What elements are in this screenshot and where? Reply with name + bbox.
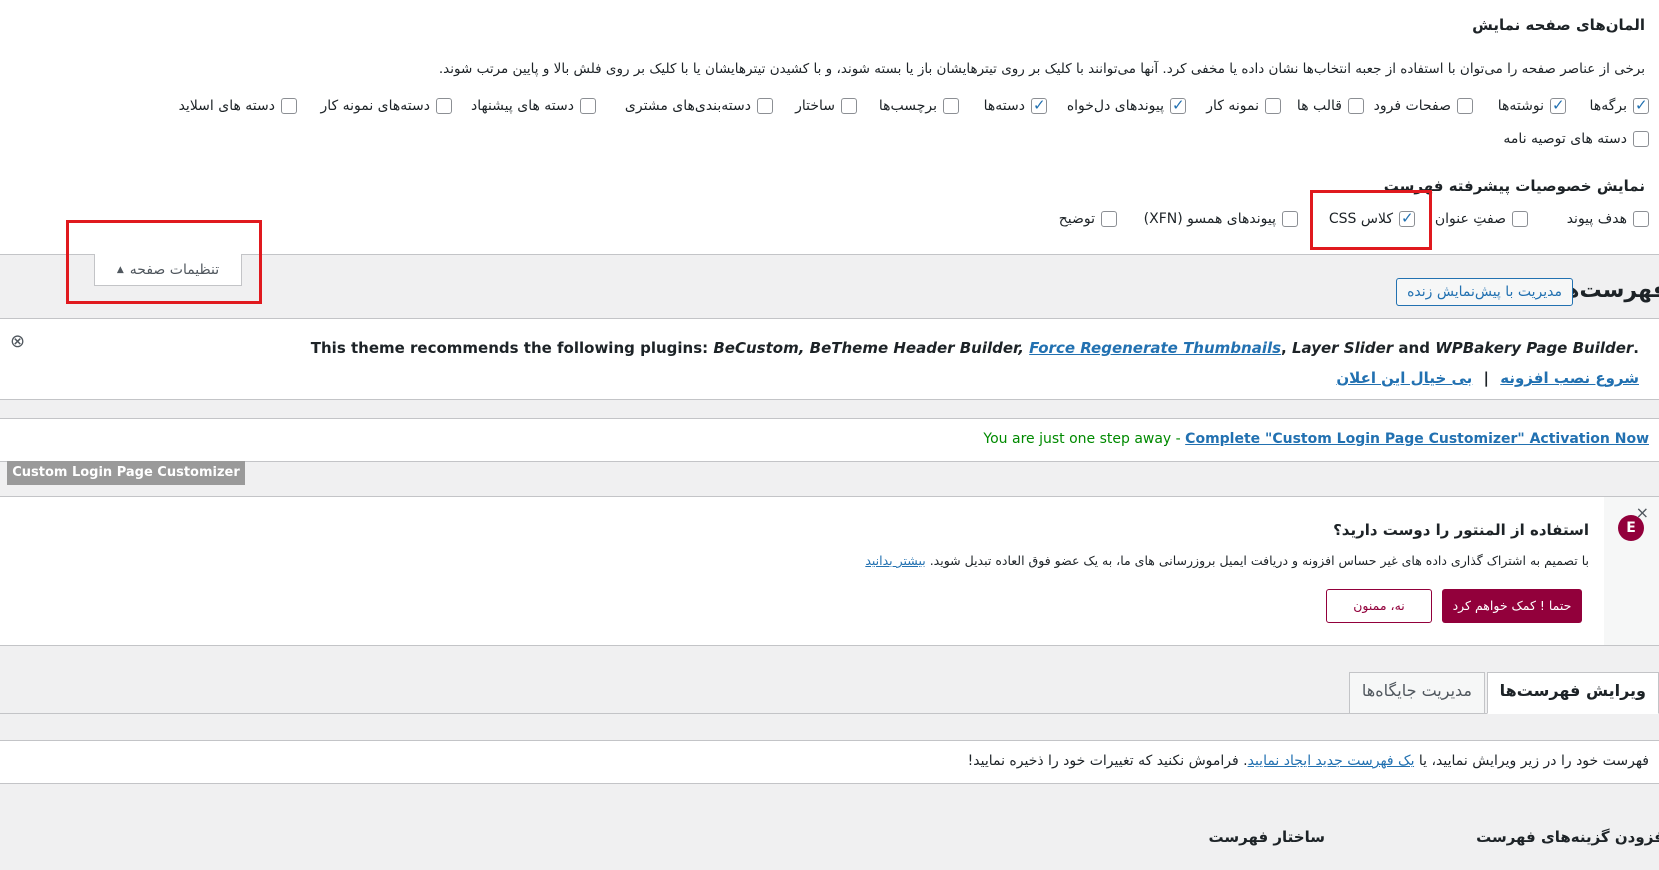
box-option[interactable]: دسته‌های نمونه کار [320,98,452,114]
box-option[interactable]: دسته های پیشنهاد [471,98,596,114]
elementor-no-button[interactable]: نه، ممنون [1326,589,1432,623]
checkbox[interactable] [841,98,857,114]
checkbox[interactable] [757,98,773,114]
theme-notice-actions: شروع نصب افزونه | بی خیال این اعلان [1336,369,1639,387]
elementor-title: استفاده از المنتور را دوست دارید؟ [1333,521,1589,539]
box-option[interactable]: برچسب‌ها [879,98,959,114]
checkbox[interactable] [1101,211,1117,227]
checkbox[interactable] [1265,98,1281,114]
box-option[interactable]: صفحات فرود [1374,98,1473,114]
checkbox[interactable] [281,98,297,114]
checkbox[interactable] [436,98,452,114]
theme-plugins-notice: ⊗ This theme recommends the following pl… [0,318,1659,400]
highlight-box [1310,190,1432,250]
create-menu-link[interactable]: یک فهرست جدید ایجاد نمایید [1248,753,1415,769]
checkbox[interactable] [1348,98,1364,114]
box-option[interactable]: دسته‌ها [984,96,1047,114]
box-option[interactable]: دسته های اسلاید [179,98,297,114]
plugin-link[interactable]: Force Regenerate Thumbnails [1029,339,1281,357]
screen-options-boxes-row-2: دسته های توصیه نامه [0,131,1659,155]
advanced-option[interactable]: هدف پیوند [1567,211,1649,227]
screen-options-title: المان‌های صفحه نمایش [1472,16,1645,34]
elementor-description: با تصمیم به اشتراک گذاری داده های غیر حس… [929,553,1589,568]
checkbox[interactable] [943,98,959,114]
login-customizer-tag: Custom Login Page Customizer [7,461,245,485]
advanced-option[interactable]: صفتِ عنوان [1435,211,1528,227]
box-option[interactable]: پیوندهای دل‌خواه [1067,96,1186,114]
box-option[interactable]: نوشته‌ها [1498,96,1566,114]
checkbox[interactable] [1633,96,1649,114]
tabs-baseline [0,713,1659,714]
checkbox[interactable] [1550,96,1566,114]
checkbox[interactable] [1282,211,1298,227]
screen-options-panel: المان‌های صفحه نمایش برخی از عناصر صفحه … [0,0,1659,255]
screen-options-boxes-row: برگه‌ها نوشته‌ها صفحات فرود قالب ها نمون… [0,96,1659,122]
elementor-yes-button[interactable]: حتما ! کمک خواهم کرد [1442,589,1582,623]
login-customizer-notice: You are just one step away - Complete "C… [0,418,1659,462]
learn-more-link[interactable]: بیشتر بدانید [865,553,925,568]
elementor-notice: E × استفاده از المنتور را دوست دارید؟ با… [0,496,1659,646]
checkbox[interactable] [1170,96,1186,114]
checkbox[interactable] [1031,96,1047,114]
screen-options-description: برخی از عناصر صفحه را می‌توان با استفاده… [438,61,1645,77]
add-menu-items-heading: افزودن گزینه‌های فهرست [1476,828,1659,846]
box-option[interactable]: ساختار [795,98,857,114]
begin-install-link[interactable]: شروع نصب افزونه [1500,369,1639,387]
tab-manage-locations[interactable]: مدیریت جایگاه‌ها [1348,672,1485,713]
checkbox[interactable] [1633,131,1649,147]
activation-link[interactable]: Complete "Custom Login Page Customizer" … [1185,431,1649,447]
box-option[interactable]: قالب ها [1297,98,1364,114]
advanced-option[interactable]: توضیح [1059,211,1117,227]
highlight-box [66,220,262,304]
checkbox[interactable] [1512,211,1528,227]
checkbox[interactable] [1633,211,1649,227]
tab-edit-menus[interactable]: ویرایش فهرست‌ها [1486,672,1659,714]
menu-structure-heading: ساختار فهرست [1208,828,1326,846]
box-option[interactable]: برگه‌ها [1590,96,1649,114]
checkbox[interactable] [580,98,596,114]
close-icon[interactable]: × [1636,503,1649,522]
edit-intro-bar: فهرست خود را در زیر ویرایش نمایید، یا یک… [0,740,1659,784]
checkbox[interactable] [1457,98,1473,114]
advanced-option[interactable]: پیوندهای همسو (XFN) [1144,211,1298,227]
login-notice-text: You are just one step away - [983,431,1186,447]
live-preview-button[interactable]: مدیریت با پیش‌نمایش زنده [1396,278,1573,306]
dismiss-notice-link[interactable]: بی خیال این اعلان [1336,369,1472,387]
box-option[interactable]: دسته های توصیه نامه [1503,131,1649,147]
box-option[interactable]: دسته‌بندی‌های مشتری [625,98,773,114]
box-option[interactable]: نمونه کار [1206,98,1281,114]
theme-notice-text: This theme recommends the following plug… [310,339,1639,357]
dismiss-notice-icon[interactable]: ⊗ [10,331,25,352]
